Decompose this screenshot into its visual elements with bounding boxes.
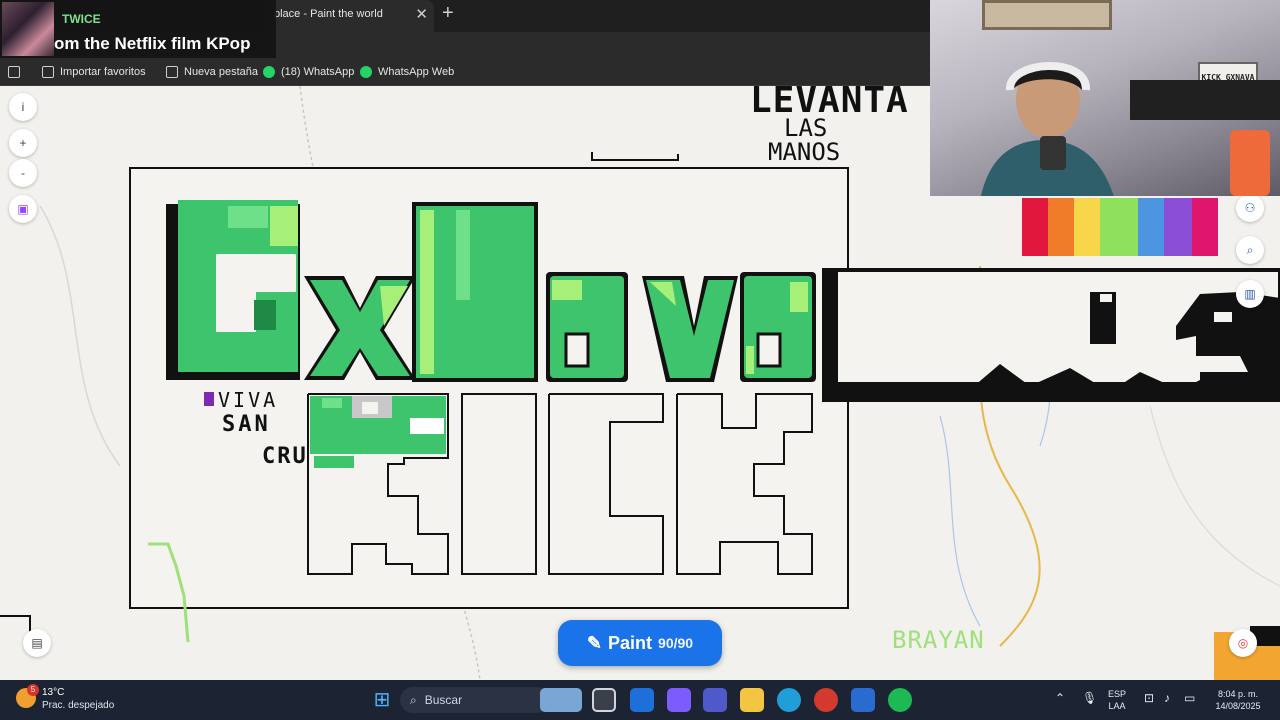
- clock[interactable]: 8:04 p. m. 14/08/2025: [1208, 688, 1268, 712]
- search-placeholder: Buscar: [424, 693, 463, 707]
- language-indicator[interactable]: ESP LAA: [1108, 688, 1126, 712]
- letter-a2: [740, 272, 816, 382]
- palette-swatch: [1100, 198, 1138, 256]
- store-icon[interactable]: [630, 688, 654, 712]
- keyboard-instrument: [1130, 80, 1280, 120]
- keyboard-layout: LAA: [1108, 701, 1126, 711]
- search-icon: ⌕: [410, 692, 417, 707]
- letter-n: [412, 202, 538, 382]
- file-explorer-icon[interactable]: [740, 688, 764, 712]
- art-text-brayan: BRAYAN: [892, 626, 985, 654]
- windows-start-icon[interactable]: ⊞: [370, 688, 394, 712]
- network-icon[interactable]: ⊡: [1144, 692, 1154, 704]
- weather-condition: Prac. despejado: [42, 700, 115, 711]
- community-icon[interactable]: ⚇: [1236, 194, 1264, 222]
- clock-time: 8:04 p. m.: [1217, 689, 1259, 699]
- right-pixel-strip: [822, 268, 1280, 402]
- weather-temp: 13°C: [42, 687, 65, 698]
- letter-g: [166, 200, 300, 380]
- now-playing-overlay: TWICE om the Netflix film KPop: [0, 0, 276, 58]
- art-text-manos: MANOS: [768, 138, 841, 166]
- tab-title: place - Paint the world: [274, 8, 383, 20]
- copilot-icon[interactable]: [667, 688, 691, 712]
- album-thumbnail: [2, 2, 54, 56]
- bookmark-whatsapp-18[interactable]: (18) WhatsApp: [263, 66, 354, 78]
- whatsapp-icon: [263, 66, 275, 78]
- color-palette-art: [1022, 198, 1218, 256]
- clock-date: 14/08/2025: [1215, 701, 1261, 711]
- opera-gx-icon[interactable]: [814, 688, 838, 712]
- art-text-levanta: LEVANTA: [750, 86, 909, 121]
- widgets-icon[interactable]: [540, 688, 582, 712]
- paint-count: 90/90: [658, 635, 694, 651]
- bookmark-label: Importar favoritos: [60, 66, 146, 78]
- editor-icon[interactable]: [851, 688, 875, 712]
- artist-name: TWICE: [62, 12, 101, 26]
- bookmark-label: Nueva pestaña: [184, 66, 258, 78]
- browser-tab[interactable]: place - Paint the world ✕: [262, 0, 434, 32]
- tab-close-icon[interactable]: ✕: [415, 5, 428, 23]
- bookmark-label: (18) WhatsApp: [281, 66, 355, 78]
- task-view-icon[interactable]: [592, 688, 616, 712]
- search-map-icon[interactable]: ⌕: [1236, 236, 1264, 264]
- lamp: [1230, 130, 1270, 196]
- language-code: ESP: [1108, 689, 1127, 699]
- song-title: om the Netflix film KPop: [54, 34, 251, 53]
- paint-label: Paint: [608, 632, 653, 653]
- location-icon[interactable]: ◎: [1229, 629, 1257, 657]
- brush-icon: ✎: [586, 632, 603, 653]
- volume-icon[interactable]: ♪: [1164, 692, 1170, 704]
- edge-icon[interactable]: [777, 688, 801, 712]
- sidebar-toggle-icon[interactable]: [8, 66, 20, 78]
- import-icon: [42, 66, 54, 78]
- taskbar: 5 13°C Prac. despejado ⊞ ⌕ Buscar ⌃ 🎙 ES…: [0, 680, 1280, 720]
- microphone-icon[interactable]: 🎙: [1082, 692, 1097, 704]
- tray-chevron-icon[interactable]: ⌃: [1055, 692, 1065, 704]
- zoom-out-button[interactable]: -: [9, 159, 37, 187]
- paint-button[interactable]: ✎ Paint 90/90: [558, 620, 722, 666]
- webcam-feed: KICK GXNAVA: [930, 0, 1280, 196]
- leaderboard-icon[interactable]: ▥: [1236, 280, 1264, 308]
- whatsapp-icon: [360, 66, 372, 78]
- battery-icon[interactable]: ▭: [1184, 692, 1195, 704]
- bookmark-label: WhatsApp Web: [378, 66, 455, 78]
- weather-badge: 5: [27, 684, 39, 696]
- new-tab-button[interactable]: +: [442, 2, 454, 25]
- wall-frame: [982, 0, 1112, 30]
- bookmark-import[interactable]: Importar favoritos: [42, 66, 146, 78]
- teams-icon[interactable]: [703, 688, 727, 712]
- twitch-icon[interactable]: ▣: [9, 195, 37, 223]
- palette-swatch: [1048, 198, 1074, 256]
- bookmark-whatsapp-web[interactable]: WhatsApp Web: [360, 66, 454, 78]
- letter-a1: [546, 272, 628, 382]
- layers-icon[interactable]: ▤: [23, 629, 51, 657]
- tab-icon: [166, 66, 178, 78]
- art-text-viva: VIVA: [218, 388, 279, 412]
- palette-swatch: [1164, 198, 1192, 256]
- palette-swatch: [1074, 198, 1100, 256]
- art-text-san: SAN: [222, 412, 271, 437]
- streamer-silhouette: [981, 62, 1114, 196]
- palette-swatch: [1192, 198, 1218, 256]
- taskbar-search[interactable]: ⌕ Buscar: [400, 687, 550, 713]
- zoom-in-button[interactable]: +: [9, 129, 37, 157]
- info-button[interactable]: i: [9, 93, 37, 121]
- bookmark-new-tab[interactable]: Nueva pestaña: [166, 66, 258, 78]
- art-text-cru: CRU: [262, 444, 308, 469]
- palette-swatch: [1138, 198, 1164, 256]
- spotify-icon[interactable]: [888, 688, 912, 712]
- palette-swatch: [1022, 198, 1048, 256]
